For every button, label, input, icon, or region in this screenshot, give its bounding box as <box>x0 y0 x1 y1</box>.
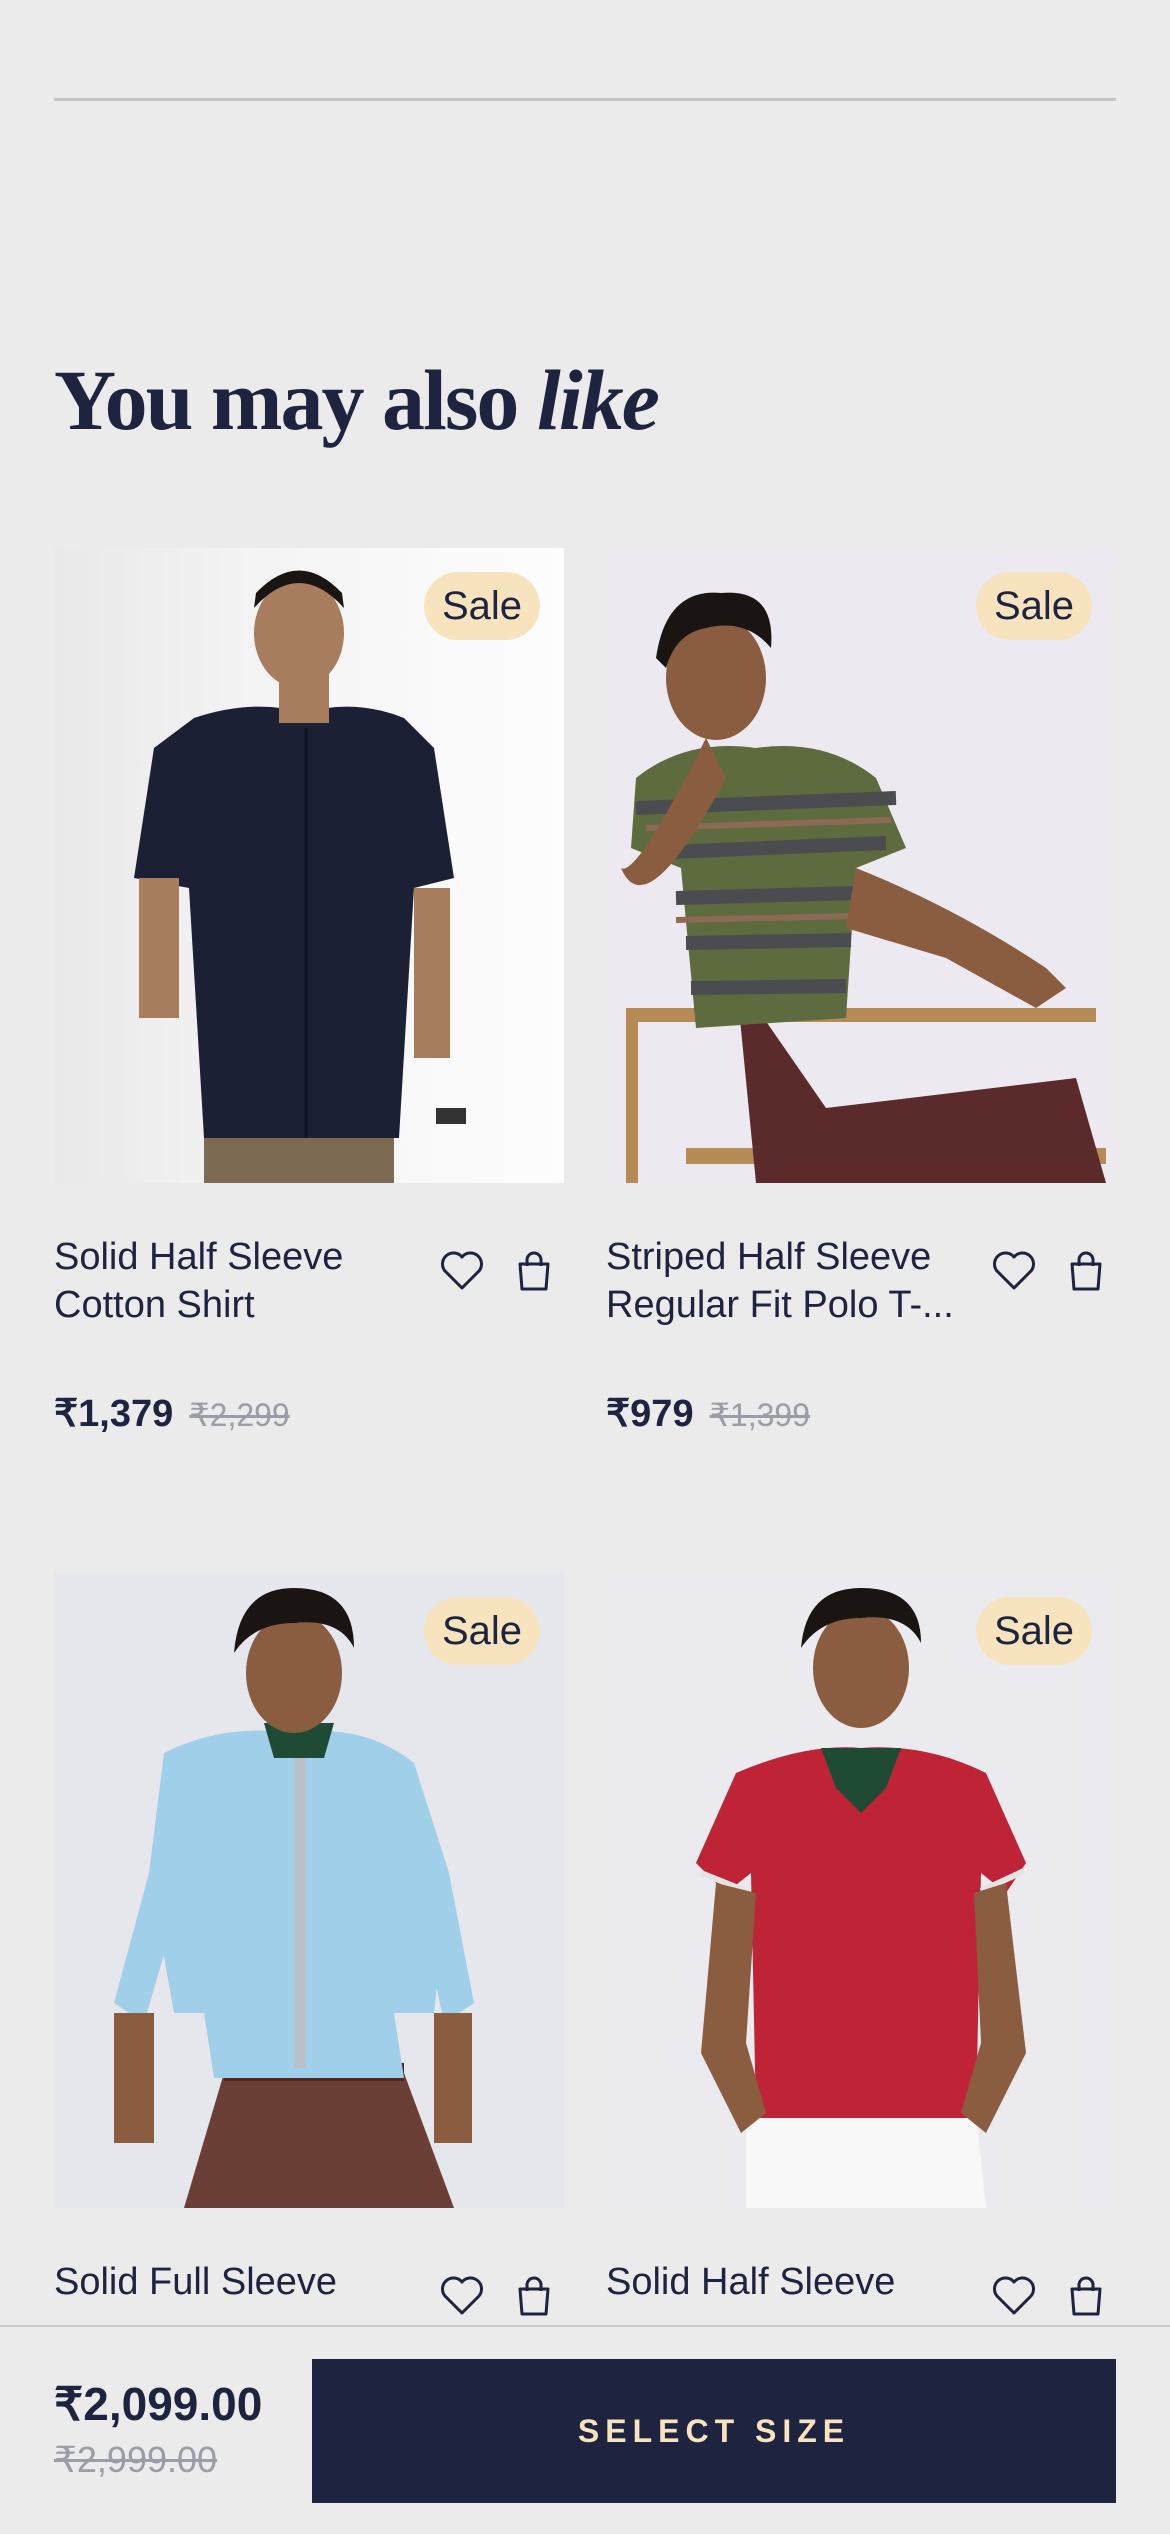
heart-icon <box>993 2276 1035 2315</box>
wishlist-button[interactable] <box>986 1243 1042 1299</box>
shopping-bag-icon <box>1070 1251 1102 1291</box>
sale-badge: Sale <box>975 572 1092 640</box>
heart-icon <box>441 1251 483 1290</box>
select-size-button[interactable]: SELECT SIZE <box>312 2359 1116 2503</box>
product-title-line-1: Striped Half Sleeve <box>606 1236 932 1278</box>
section-title-italic: like <box>536 352 660 448</box>
wishlist-button[interactable] <box>434 1243 490 1299</box>
product-image[interactable]: Sale <box>54 1573 564 2208</box>
product-image[interactable]: Sale <box>606 548 1116 1183</box>
product-title-line-1: Solid Full Sleeve <box>54 2261 338 2303</box>
original-price: ₹1,399 <box>709 1397 811 1433</box>
original-price: ₹2,299 <box>189 1397 290 1433</box>
sale-badge: Sale <box>975 1597 1092 1665</box>
shopping-bag-icon <box>1070 2276 1102 2316</box>
price-row: ₹979 ₹1,399 <box>606 1391 810 1436</box>
divider <box>54 98 1116 101</box>
add-to-bag-button[interactable] <box>506 1243 562 1299</box>
heart-icon <box>993 1251 1035 1290</box>
product-title-line-1: Solid Half Sleeve <box>54 1236 344 1278</box>
heart-icon <box>441 2276 483 2315</box>
shopping-bag-icon <box>518 2276 550 2316</box>
sale-price: ₹979 <box>606 1393 694 1435</box>
sale-badge: Sale <box>423 572 540 640</box>
product-title[interactable]: Solid Half Sleeve <box>606 2258 976 2306</box>
product-title-line-2: Cotton Shirt <box>54 1284 255 1326</box>
sticky-buy-bar: ₹2,099.00 ₹2,999.00 SELECT SIZE <box>0 2325 1170 2534</box>
wishlist-button[interactable] <box>986 2268 1042 2324</box>
product-title[interactable]: Solid Full Sleeve <box>54 2258 424 2306</box>
shopping-bag-icon <box>518 1251 550 1291</box>
add-to-bag-button[interactable] <box>1058 1243 1114 1299</box>
original-price: ₹2,999.00 <box>54 2439 218 2480</box>
section-title-regular: You may also <box>54 352 519 448</box>
add-to-bag-button[interactable] <box>506 2268 562 2324</box>
product-title[interactable]: Solid Half Sleeve Cotton Shirt <box>54 1233 424 1329</box>
section-title: You may also like <box>54 345 660 455</box>
current-price: ₹2,099.00 <box>54 2378 263 2430</box>
wishlist-button[interactable] <box>434 2268 490 2324</box>
product-image[interactable]: Sale <box>606 1573 1116 2208</box>
price-row: ₹1,379 ₹2,299 <box>54 1391 290 1436</box>
product-title[interactable]: Striped Half Sleeve Regular Fit Polo T-.… <box>606 1233 976 1329</box>
product-title-line-2: Regular Fit Polo T-... <box>606 1284 954 1326</box>
product-image[interactable]: Sale <box>54 548 564 1183</box>
sale-price: ₹1,379 <box>54 1393 174 1435</box>
sale-badge: Sale <box>423 1597 540 1665</box>
add-to-bag-button[interactable] <box>1058 2268 1114 2324</box>
product-title-line-1: Solid Half Sleeve <box>606 2261 896 2303</box>
